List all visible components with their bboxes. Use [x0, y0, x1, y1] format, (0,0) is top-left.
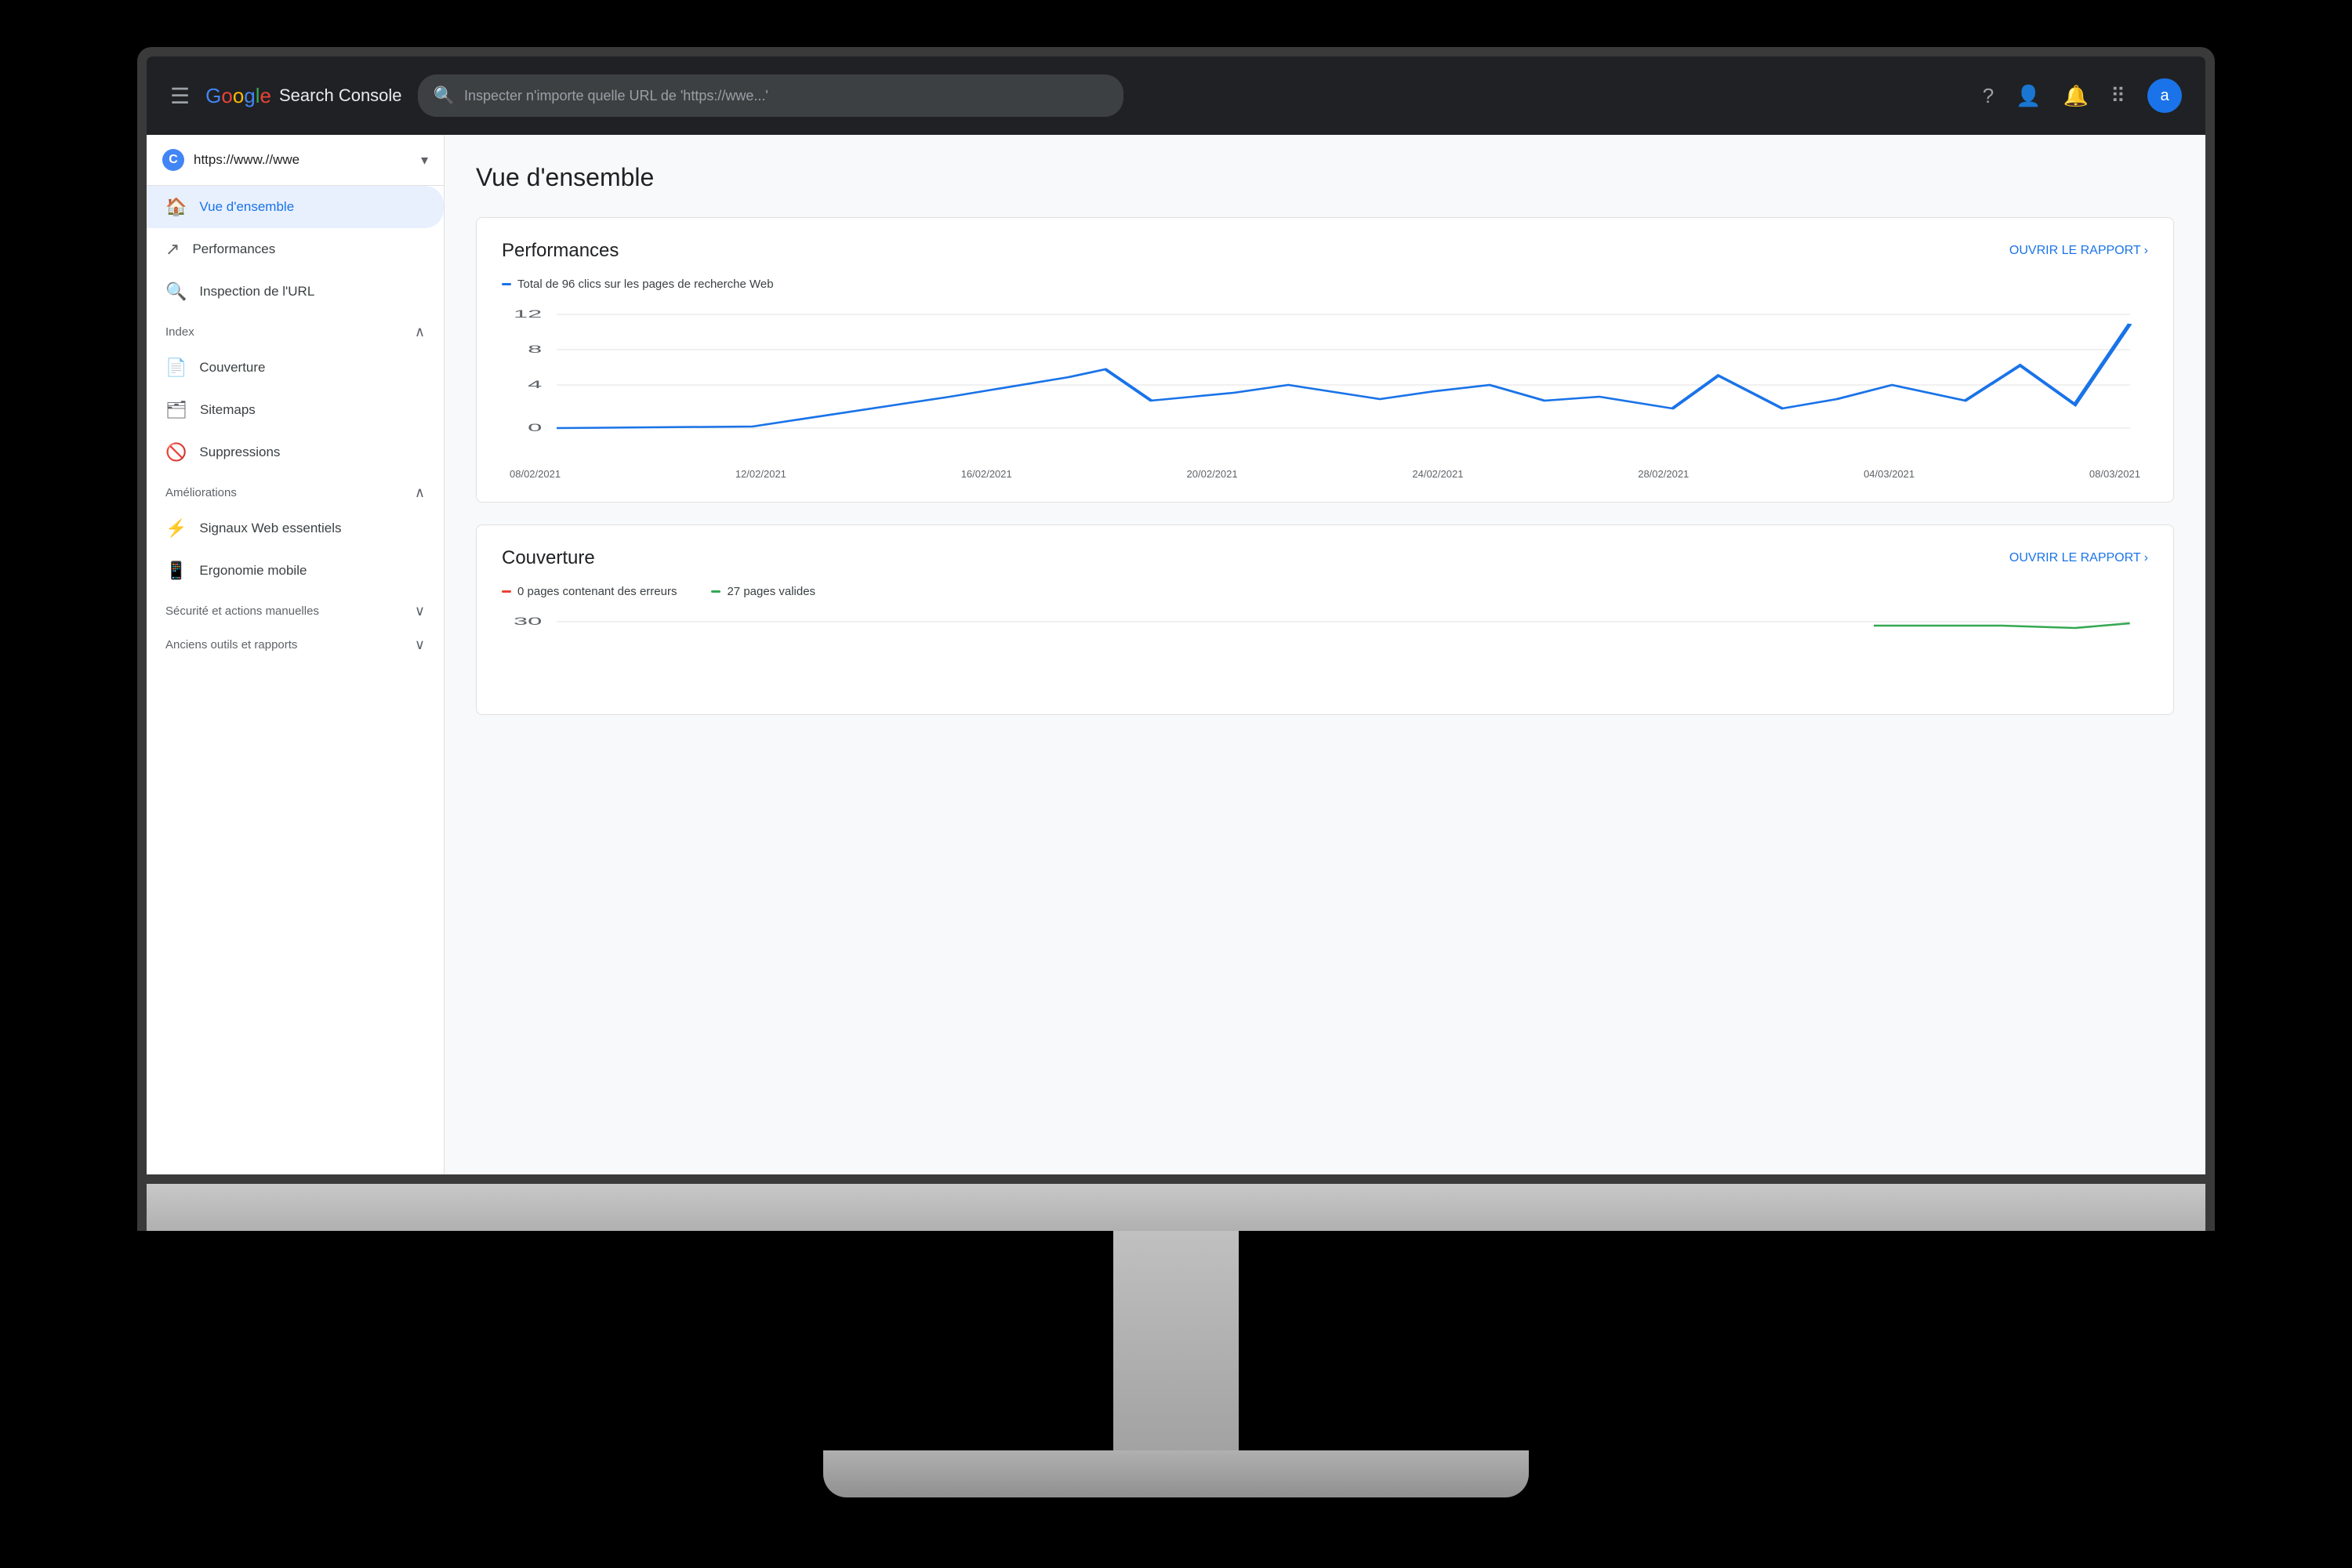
remove-icon: 🚫	[165, 442, 187, 463]
couverture-legend-valid: 27 pages valides	[727, 585, 815, 598]
monitor-stand-neck	[1113, 1231, 1239, 1466]
svg-text:30: 30	[514, 615, 542, 628]
couverture-title: Couverture	[502, 547, 595, 569]
legend-red-dot	[502, 590, 511, 593]
x-label-3: 16/02/2021	[961, 468, 1012, 480]
content-area: Vue d'ensemble Performances OUVRIR LE RA…	[445, 135, 2205, 1174]
section-ameliorations[interactable]: Améliorations ∧	[147, 474, 444, 507]
chevron-up-icon: ∧	[415, 324, 425, 340]
couverture-legend: 0 pages contenant des erreurs 27 pages v…	[502, 585, 2148, 598]
section-ameliorations-title: Améliorations	[165, 486, 237, 499]
section-index-title: Index	[165, 325, 194, 339]
performances-card: Performances OUVRIR LE RAPPORT › Total d…	[476, 217, 2174, 503]
bell-icon[interactable]: 🔔	[2063, 84, 2089, 108]
search-icon: 🔍	[434, 85, 455, 106]
x-label-2: 12/02/2021	[735, 468, 786, 480]
avatar[interactable]: a	[2147, 78, 2182, 113]
x-label-6: 28/02/2021	[1638, 468, 1689, 480]
x-label-5: 24/02/2021	[1412, 468, 1463, 480]
trending-icon: ↗	[165, 239, 180, 260]
x-label-1: 08/02/2021	[510, 468, 561, 480]
performances-chart-svg: 12 8 4 0	[502, 307, 2148, 463]
google-logo: Google	[205, 84, 271, 108]
section-index[interactable]: Index ∧	[147, 313, 444, 347]
performances-title: Performances	[502, 240, 619, 262]
property-selector[interactable]: C https://www.//wwe ▾	[147, 135, 444, 186]
chevron-up-icon-2: ∧	[415, 485, 425, 501]
nav-label-vue: Vue d'ensemble	[199, 199, 294, 215]
topbar: ☰ Google Search Console 🔍 Inspecter n'im…	[147, 56, 2205, 135]
chevron-down-icon-sec: ∨	[415, 603, 425, 619]
legend-green-dot	[711, 590, 720, 593]
app-title: Search Console	[279, 85, 402, 106]
sidebar-item-vue-densemble[interactable]: 🏠 Vue d'ensemble	[147, 186, 444, 228]
svg-text:0: 0	[528, 422, 542, 434]
couverture-card: Couverture OUVRIR LE RAPPORT › 0 pages c…	[476, 524, 2174, 715]
home-icon: 🏠	[165, 197, 187, 217]
section-anciens[interactable]: Anciens outils et rapports ∨	[147, 626, 444, 659]
nav-label-performances: Performances	[192, 241, 275, 257]
property-icon: C	[162, 149, 184, 171]
main-content: C https://www.//wwe ▾ 🏠 Vue d'ensemble ↗…	[147, 135, 2205, 1174]
nav-label-suppressions: Suppressions	[199, 445, 280, 460]
sidebar-item-suppressions[interactable]: 🚫 Suppressions	[147, 431, 444, 474]
sidebar-item-couverture[interactable]: 📄 Couverture	[147, 347, 444, 389]
nav-label-sitemaps: Sitemaps	[200, 402, 256, 418]
section-securite-title: Sécurité et actions manuelles	[165, 604, 319, 618]
x-label-4: 20/02/2021	[1187, 468, 1238, 480]
couverture-card-header: Couverture OUVRIR LE RAPPORT ›	[502, 547, 2148, 569]
section-securite[interactable]: Sécurité et actions manuelles ∨	[147, 592, 444, 626]
performances-legend: Total de 96 clics sur les pages de reche…	[502, 278, 2148, 291]
performances-card-header: Performances OUVRIR LE RAPPORT ›	[502, 240, 2148, 262]
inspect-icon: 🔍	[165, 281, 187, 302]
sidebar-item-signaux[interactable]: ⚡ Signaux Web essentiels	[147, 507, 444, 550]
nav-label-inspection: Inspection de l'URL	[199, 284, 314, 299]
sitemap-icon: 🗂	[165, 400, 187, 420]
chevron-down-icon: ▾	[421, 152, 428, 169]
svg-text:8: 8	[528, 343, 542, 356]
performances-legend-text: Total de 96 clics sur les pages de reche…	[517, 278, 774, 291]
logo-area: Google Search Console	[205, 84, 401, 108]
hamburger-icon[interactable]: ☰	[170, 83, 190, 109]
property-url: https://www.//wwe	[194, 152, 421, 168]
nav-label-couverture: Couverture	[199, 360, 265, 376]
performances-report-link[interactable]: OUVRIR LE RAPPORT ›	[2009, 244, 2148, 258]
monitor-chin	[137, 1184, 2215, 1231]
page-title: Vue d'ensemble	[476, 163, 2174, 192]
mobile-icon: 📱	[165, 561, 187, 581]
couverture-chart: 30	[502, 614, 2148, 692]
x-label-8: 08/03/2021	[2089, 468, 2140, 480]
search-placeholder: Inspecter n'importe quelle URL de 'https…	[464, 88, 1108, 104]
sidebar-item-inspection-url[interactable]: 🔍 Inspection de l'URL	[147, 270, 444, 313]
svg-text:4: 4	[528, 379, 542, 391]
topbar-icons: ? 👤 🔔 ⠿ a	[1983, 78, 2182, 113]
couverture-legend-errors: 0 pages contenant des erreurs	[517, 585, 677, 598]
legend-blue-dot	[502, 283, 511, 285]
sidebar-item-sitemaps[interactable]: 🗂 Sitemaps	[147, 389, 444, 431]
grid-icon[interactable]: ⠿	[2111, 84, 2125, 108]
vitals-icon: ⚡	[165, 518, 187, 539]
monitor-stand-base	[823, 1450, 1529, 1497]
sidebar-item-ergonomie[interactable]: 📱 Ergonomie mobile	[147, 550, 444, 592]
couverture-chart-svg: 30	[502, 614, 2148, 692]
sidebar: C https://www.//wwe ▾ 🏠 Vue d'ensemble ↗…	[147, 135, 445, 1174]
section-anciens-title: Anciens outils et rapports	[165, 638, 297, 652]
nav-label-signaux: Signaux Web essentiels	[199, 521, 341, 536]
nav-label-ergonomie: Ergonomie mobile	[199, 563, 307, 579]
performances-chart: 12 8 4 0	[502, 307, 2148, 463]
svg-text:12: 12	[514, 308, 542, 321]
search-bar[interactable]: 🔍 Inspecter n'importe quelle URL de 'htt…	[418, 74, 1123, 117]
help-icon[interactable]: ?	[1983, 84, 1994, 108]
chevron-down-icon-anc: ∨	[415, 637, 425, 653]
performances-x-axis: 08/02/2021 12/02/2021 16/02/2021 20/02/2…	[502, 468, 2148, 480]
sidebar-item-performances[interactable]: ↗ Performances	[147, 228, 444, 270]
coverage-icon: 📄	[165, 358, 187, 378]
x-label-7: 04/03/2021	[1864, 468, 1915, 480]
accounts-icon[interactable]: 👤	[2016, 84, 2041, 108]
couverture-report-link[interactable]: OUVRIR LE RAPPORT ›	[2009, 551, 2148, 565]
